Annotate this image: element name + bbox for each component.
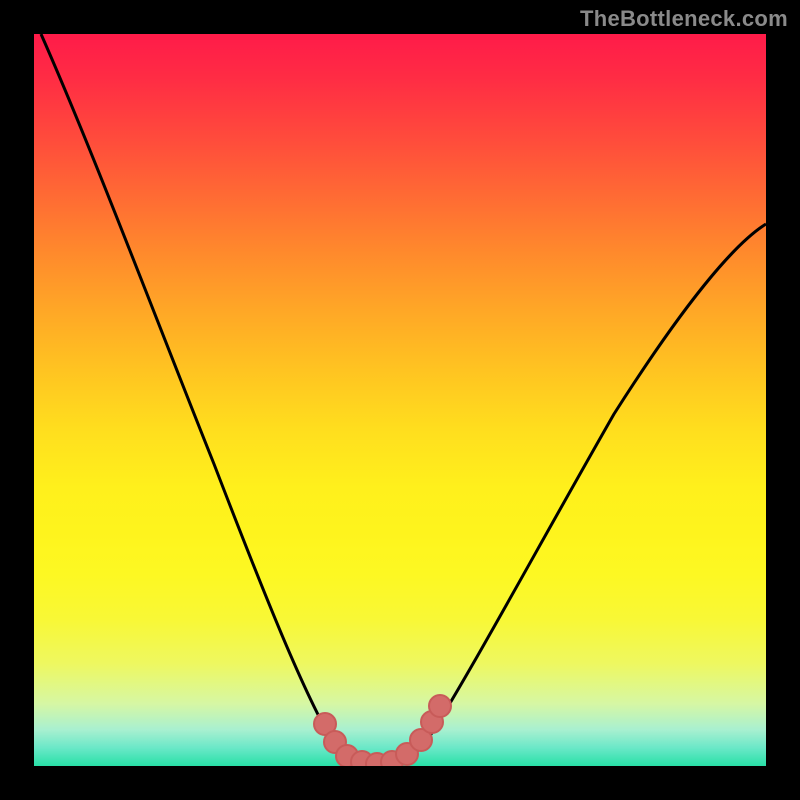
plot-area (34, 34, 766, 766)
bottom-markers (314, 695, 451, 766)
chart-frame: TheBottleneck.com (0, 0, 800, 800)
bottleneck-curve (34, 34, 766, 766)
curve-path (41, 34, 766, 766)
watermark: TheBottleneck.com (580, 6, 788, 32)
